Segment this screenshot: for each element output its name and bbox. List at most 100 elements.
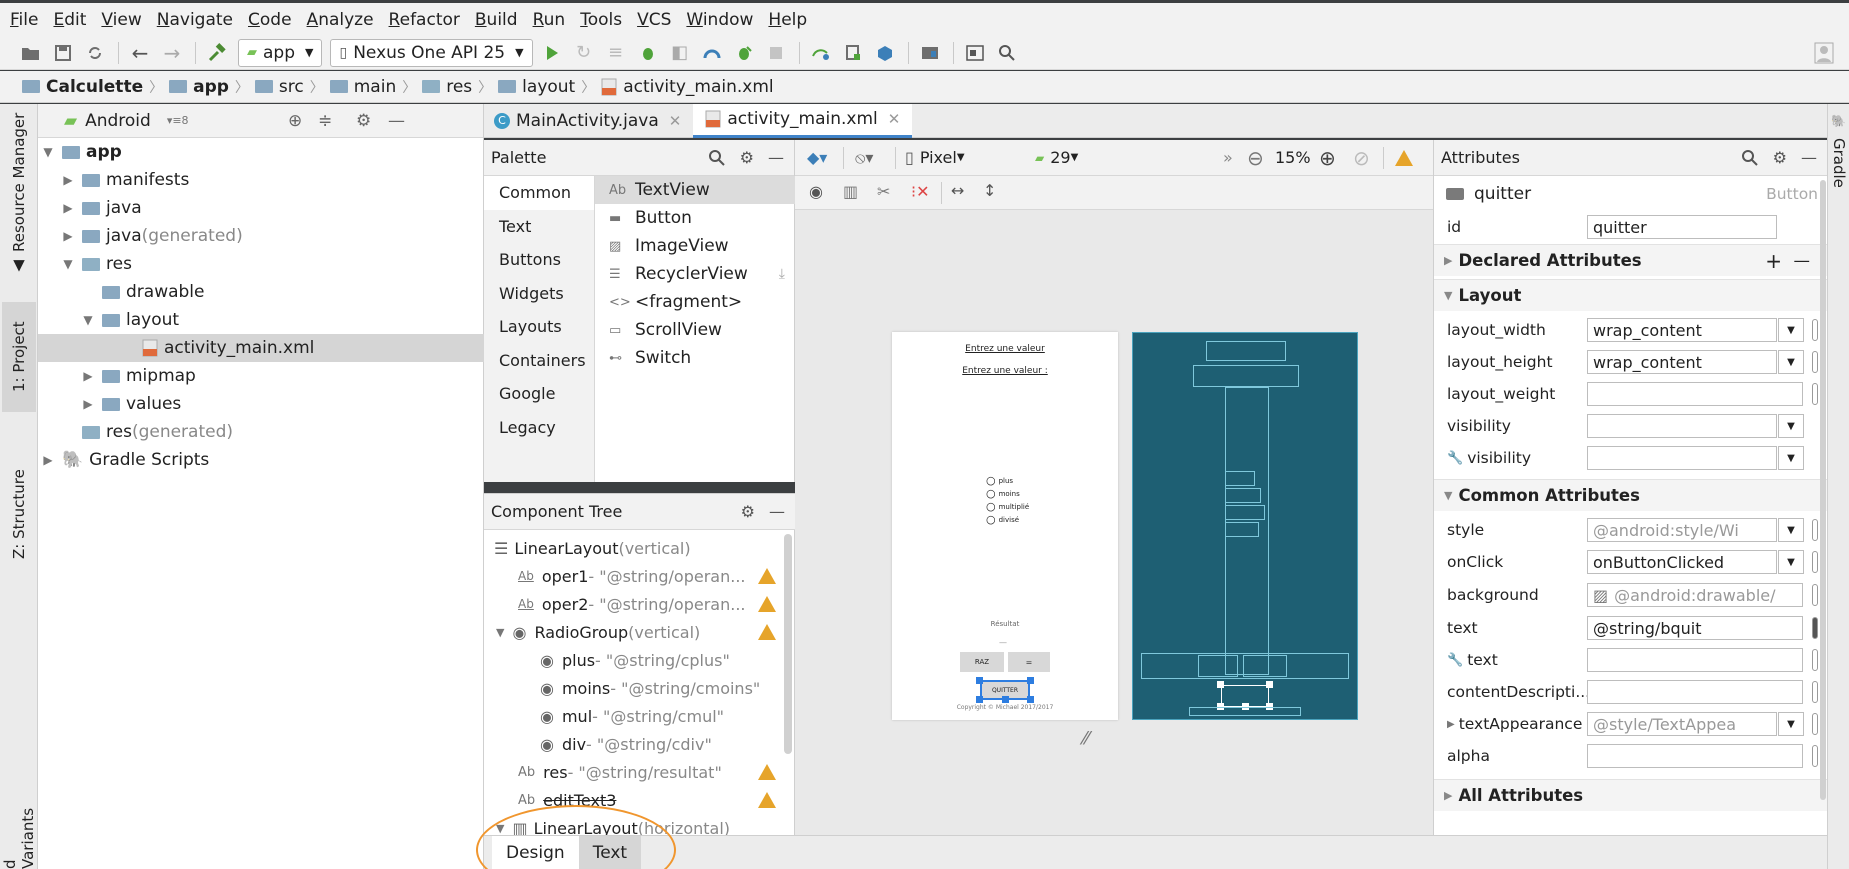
chevron-down-icon[interactable]: ▼ <box>1778 414 1804 438</box>
orientation-icon[interactable]: ⦸▾ <box>855 148 873 168</box>
attr-field[interactable]: onButtonClicked <box>1587 550 1777 574</box>
section-layout[interactable]: ▼ Layout <box>1434 279 1828 311</box>
resize-handle-icon[interactable]: ⁄⁄ <box>1083 728 1089 749</box>
selection-handle[interactable] <box>976 696 983 703</box>
tab-build-variants[interactable]: d Variants <box>1 794 37 869</box>
warning-icon[interactable] <box>1395 150 1413 166</box>
tree-row-mul[interactable]: ◉ mul - "@string/cmul" <box>484 702 784 730</box>
attr-field[interactable] <box>1587 680 1803 704</box>
close-icon[interactable]: ✕ <box>888 110 901 128</box>
tree-row-plus[interactable]: ◉ plus - "@string/cplus" <box>484 646 784 674</box>
attr-field[interactable] <box>1587 744 1803 768</box>
palette-item-recyclerview[interactable]: ☰ RecyclerView ⤓ <box>595 260 795 288</box>
selection-handle[interactable] <box>1027 696 1034 703</box>
tree-scrollbar[interactable] <box>784 534 792 754</box>
chevron-down-icon[interactable]: ▾≡8 <box>167 114 189 127</box>
palette-item-fragment[interactable]: <> <fragment> <box>595 288 795 316</box>
tree-row-radiogroup[interactable]: ▼ ◉ RadioGroup (vertical) <box>484 618 784 646</box>
breadcrumb-res[interactable]: res <box>422 77 472 97</box>
forward-arrow-icon[interactable]: → <box>157 38 187 68</box>
attr-field[interactable] <box>1587 414 1777 438</box>
layout-inspector-icon[interactable] <box>960 38 990 68</box>
selection-handle[interactable] <box>1217 681 1224 688</box>
palette-item-switch[interactable]: ⊷ Switch <box>595 344 795 372</box>
clear-constraints-icon[interactable]: ⁝✕ <box>911 182 930 201</box>
add-attribute-icon[interactable]: + <box>1765 249 1782 273</box>
back-arrow-icon[interactable]: ← <box>125 38 155 68</box>
tab-activity-main-xml[interactable]: activity_main.xml ✕ <box>693 103 913 138</box>
autoconnect-icon[interactable]: ✂ <box>877 182 890 201</box>
debug-icon[interactable] <box>633 38 663 68</box>
tree-row-linearlayout[interactable]: ☰ LinearLayout (vertical) <box>484 534 784 562</box>
project-structure-icon[interactable] <box>915 38 945 68</box>
close-icon[interactable]: ✕ <box>669 112 682 130</box>
tree-item-mipmap[interactable]: ▶ mipmap <box>38 362 484 390</box>
attr-field[interactable]: @string/bquit <box>1587 616 1803 640</box>
tree-row-moins[interactable]: ◉ moins - "@string/cmoins" <box>484 674 784 702</box>
palette-category[interactable]: Buttons <box>484 243 594 277</box>
chevron-down-icon[interactable]: ▼ <box>1778 518 1804 542</box>
palette-category[interactable]: Text <box>484 210 594 244</box>
minimize-icon[interactable]: — <box>769 502 785 521</box>
tab-mainactivity-java[interactable]: C MainActivity.java ✕ <box>484 104 693 138</box>
attr-field[interactable] <box>1587 446 1777 470</box>
tree-item-activity-main[interactable]: activity_main.xml <box>38 334 484 362</box>
warning-icon[interactable] <box>758 764 776 780</box>
palette-category[interactable]: Widgets <box>484 277 594 311</box>
palette-item-scrollview[interactable]: ▭ ScrollView <box>595 316 795 344</box>
section-all-attributes[interactable]: ▶ All Attributes <box>1434 779 1828 811</box>
resource-picker-icon[interactable] <box>1812 351 1818 373</box>
tree-row-div[interactable]: ◉ div - "@string/cdiv" <box>484 730 784 758</box>
warning-icon[interactable] <box>758 624 776 640</box>
menu-edit[interactable]: Edit <box>53 10 86 30</box>
attr-field[interactable]: wrap_content <box>1587 318 1777 342</box>
chevron-down-icon[interactable]: ▼ <box>1778 446 1804 470</box>
menu-build[interactable]: Build <box>475 10 518 30</box>
sync-icon[interactable] <box>80 38 110 68</box>
resource-picker-icon[interactable] <box>1812 617 1818 639</box>
breadcrumb-project[interactable]: Calculette <box>22 77 143 97</box>
collapse-icon[interactable]: ≑ <box>318 111 332 131</box>
attach-debugger-icon[interactable] <box>729 38 759 68</box>
device-dropdown[interactable]: ▯ Nexus One API 25 ▼ <box>330 38 533 67</box>
gear-icon[interactable]: ⚙ <box>356 111 371 131</box>
tab-project[interactable]: 1: Project <box>2 302 36 412</box>
id-field[interactable]: quitter <box>1587 215 1777 239</box>
apply-changes-icon[interactable]: ↻ <box>569 38 599 68</box>
tree-row-oper2[interactable]: Ab oper2- "@string/operan... <box>484 590 784 618</box>
zoom-fit-icon[interactable]: ⊘ <box>1353 146 1370 170</box>
user-avatar-icon[interactable] <box>1809 38 1839 68</box>
breadcrumb-src[interactable]: src <box>254 77 304 97</box>
api-selector[interactable]: ▰ 29 ▼ <box>1035 148 1078 167</box>
resource-picker-icon[interactable] <box>1812 649 1818 671</box>
open-folder-icon[interactable] <box>16 38 46 68</box>
run-config-dropdown[interactable]: ▰ app ▼ <box>238 38 323 67</box>
save-icon[interactable] <box>48 38 78 68</box>
chevron-right-icon[interactable]: ▶ <box>60 201 76 215</box>
attr-field[interactable]: ▨ @android:drawable/ <box>1587 583 1803 607</box>
menu-code[interactable]: Code <box>248 10 292 30</box>
attr-field[interactable]: wrap_content <box>1587 350 1777 374</box>
attr-field[interactable]: @android:style/Wi <box>1587 518 1777 542</box>
breadcrumb-file[interactable]: activity_main.xml <box>601 77 774 97</box>
menu-navigate[interactable]: Navigate <box>157 10 233 30</box>
remove-attribute-icon[interactable]: — <box>1794 251 1811 270</box>
palette-category[interactable]: Common <box>484 176 594 210</box>
apply-code-changes-icon[interactable]: ≡ <box>601 38 631 68</box>
tree-item-drawable[interactable]: drawable <box>38 278 484 306</box>
chevron-down-icon[interactable]: ▼ <box>60 257 76 271</box>
resource-picker-icon[interactable] <box>1812 713 1818 735</box>
run-icon[interactable] <box>537 38 567 68</box>
warning-icon[interactable] <box>758 568 776 584</box>
breadcrumb-app[interactable]: app <box>169 77 229 97</box>
minimize-icon[interactable]: — <box>768 148 784 167</box>
tab-structure[interactable]: Z: Structure <box>2 449 36 579</box>
tab-gradle[interactable]: Gradle <box>1830 138 1848 188</box>
chevron-right-icon[interactable]: ▶ <box>60 229 76 243</box>
tree-row-res[interactable]: Ab res - "@string/resultat" <box>484 758 784 786</box>
palette-category[interactable]: Legacy <box>484 411 594 445</box>
minimize-icon[interactable]: — <box>388 111 405 131</box>
warning-icon[interactable] <box>758 596 776 612</box>
attr-field[interactable] <box>1587 382 1803 406</box>
palette-item-textview[interactable]: Ab TextView <box>595 176 795 204</box>
